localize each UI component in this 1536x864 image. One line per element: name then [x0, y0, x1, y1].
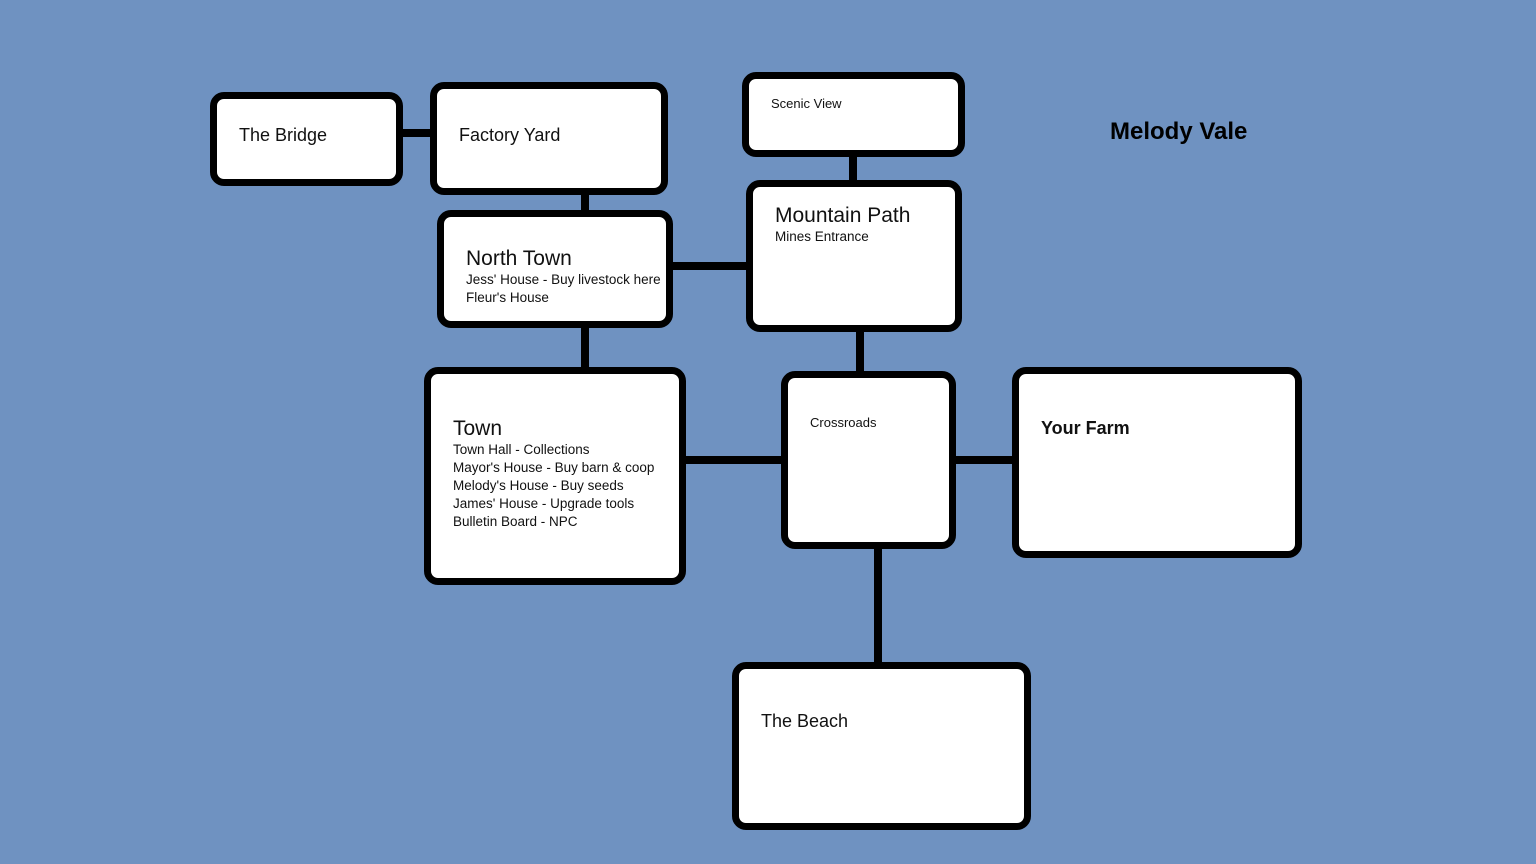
node-title: The Bridge	[239, 125, 328, 145]
node-content: Mountain Path Mines Entrance	[775, 204, 945, 246]
map-node-the-bridge[interactable]: The Bridge	[210, 92, 403, 186]
node-title: Factory Yard	[459, 125, 561, 145]
node-detail-line: Jess' House - Buy livestock here	[466, 272, 661, 288]
node-title: Town	[453, 417, 503, 440]
map-node-your-farm[interactable]: Your Farm	[1012, 367, 1302, 558]
map-node-the-beach[interactable]: The Beach	[732, 662, 1031, 830]
node-detail-line: Mayor's House - Buy barn & coop	[453, 460, 655, 476]
node-detail-line: James' House - Upgrade tools	[453, 496, 635, 511]
node-title: North Town	[466, 247, 572, 270]
node-detail-line: Melody's House - Buy seeds	[453, 478, 624, 494]
map-node-town[interactable]: Town Town Hall - Collections Mayor's House…	[424, 367, 686, 585]
node-detail-line: Bulletin Board - NPC	[453, 513, 578, 529]
node-title: Crossroads	[810, 415, 877, 430]
map-node-scenic-view[interactable]: Scenic View	[742, 72, 965, 157]
map-title: Melody Vale	[1110, 118, 1248, 145]
node-content: Factory Yard	[459, 125, 651, 146]
node-detail-line: Fleur's House	[466, 290, 549, 306]
node-content: Your Farm	[1041, 418, 1285, 439]
node-detail-line: Mines Entrance	[775, 229, 869, 245]
map-canvas: The Bridge Factory Yard Scenic View North T…	[0, 0, 1536, 864]
node-content: North Town Jess' House - Buy livestock he…	[466, 247, 661, 307]
node-content: Crossroads	[810, 415, 939, 431]
map-node-north-town[interactable]: North Town Jess' House - Buy livestock he…	[437, 210, 673, 328]
node-title: Mountain Path	[775, 204, 911, 227]
connector-crossroads-to-farm	[950, 456, 1018, 464]
node-content: Scenic View	[771, 96, 948, 112]
map-node-mountain-path[interactable]: Mountain Path Mines Entrance	[746, 180, 962, 332]
node-title: Your Farm	[1041, 418, 1130, 438]
map-node-factory-yard[interactable]: Factory Yard	[430, 82, 668, 195]
connector-north-town-to-mountain	[668, 262, 752, 270]
connector-town-to-crossroads	[678, 456, 788, 464]
node-content: The Beach	[761, 711, 1014, 732]
node-title: The Beach	[761, 711, 849, 731]
map-node-crossroads[interactable]: Crossroads	[781, 371, 956, 549]
connector-mountain-to-crossroads	[856, 327, 864, 377]
node-detail-line: Town Hall - Collections	[453, 442, 590, 458]
connector-north-town-to-town	[581, 323, 589, 373]
node-content: The Bridge	[239, 125, 386, 146]
node-title: Scenic View	[771, 96, 842, 111]
connector-crossroads-to-beach	[874, 543, 882, 668]
node-content: Town Town Hall - Collections Mayor's House…	[453, 417, 669, 531]
